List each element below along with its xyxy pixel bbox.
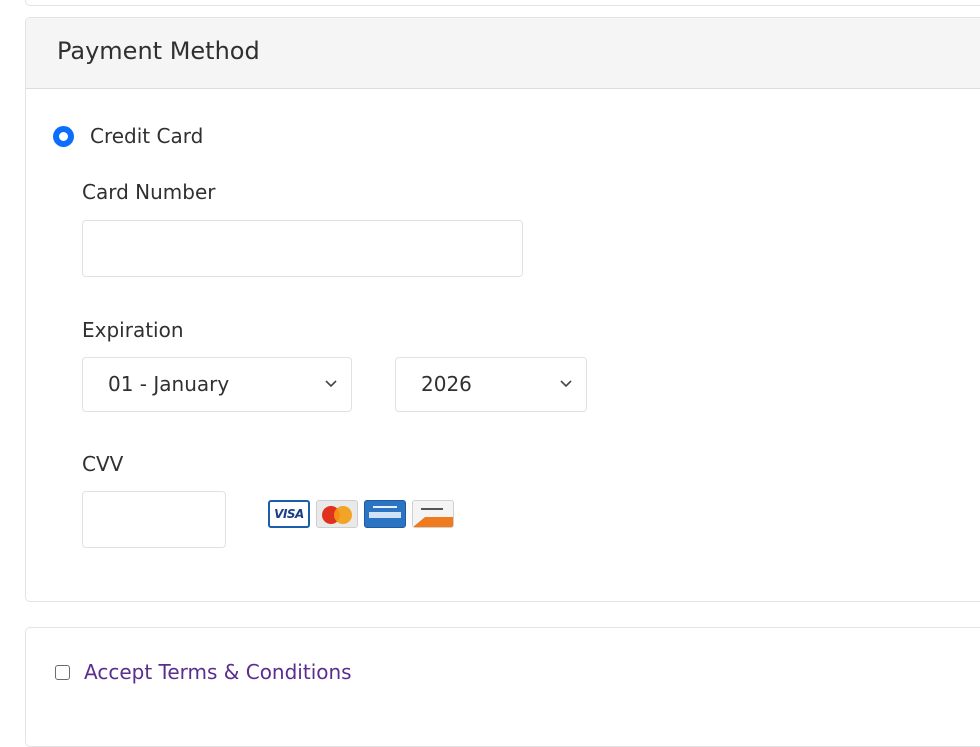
credit-card-radio[interactable] — [53, 125, 74, 147]
discover-logo-icon — [412, 500, 454, 528]
visa-logo-icon: VISA — [268, 500, 310, 528]
terms-card — [25, 627, 980, 747]
card-number-input[interactable] — [82, 220, 523, 277]
chevron-down-icon — [325, 380, 337, 388]
year-value: 2026 — [421, 372, 472, 396]
month-value: 01 - January — [108, 372, 230, 396]
credit-card-label: Credit Card — [90, 124, 204, 148]
expiration-year-select[interactable]: 2026 — [395, 357, 587, 412]
terms-link[interactable]: Accept Terms & Conditions — [84, 660, 352, 684]
previous-section-card — [25, 0, 980, 6]
cvv-label: CVV — [82, 452, 124, 476]
expiration-month-select[interactable]: 01 - January — [82, 357, 352, 412]
mastercard-logo-icon — [316, 500, 358, 528]
expiration-label: Expiration — [82, 318, 184, 342]
chevron-down-icon — [560, 380, 572, 388]
card-number-label: Card Number — [82, 180, 216, 204]
cvv-input[interactable] — [82, 491, 226, 548]
visa-logo-text: VISA — [274, 507, 304, 521]
accepted-cards: VISA — [268, 500, 454, 528]
amex-logo-icon — [364, 500, 406, 528]
section-title: Payment Method — [57, 37, 260, 65]
payment-method-header: Payment Method — [26, 18, 980, 89]
credit-card-option[interactable]: Credit Card — [53, 123, 203, 149]
accept-terms-option[interactable]: Accept Terms & Conditions — [55, 660, 352, 684]
accept-terms-checkbox[interactable] — [55, 664, 70, 680]
